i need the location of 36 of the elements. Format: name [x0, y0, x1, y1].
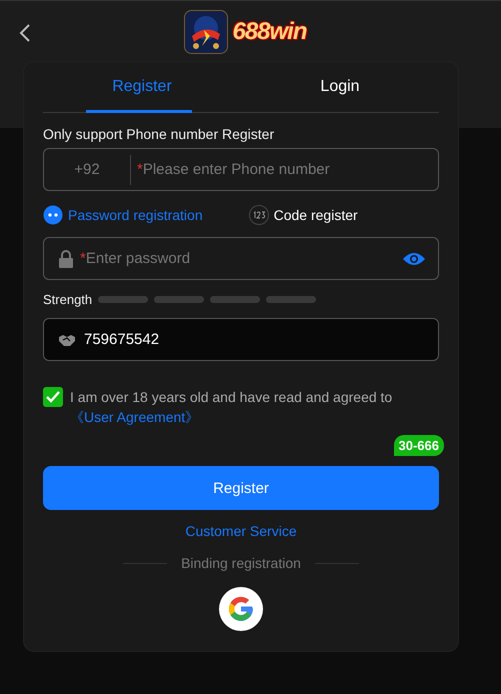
- country-code[interactable]: +92: [44, 154, 131, 184]
- notice-text: Only support Phone number Register: [43, 126, 276, 142]
- strength-segment: [98, 296, 148, 303]
- mode-option[interactable]: Code register: [248, 205, 358, 225]
- customer-service-link[interactable]: Customer Service: [185, 523, 297, 539]
- google-logo-icon: [226, 594, 256, 624]
- handshake-icon: [58, 332, 76, 346]
- password-icon: [43, 205, 63, 225]
- numbers-icon: [248, 205, 269, 225]
- strength-segment: [210, 296, 260, 303]
- binding-label: Binding registration: [181, 555, 301, 571]
- placeholder-text: Please enter Phone number: [142, 161, 330, 178]
- required-mark: *: [80, 250, 86, 267]
- invite-code-value: 759675542: [84, 331, 160, 348]
- back-icon[interactable]: [18, 23, 32, 43]
- mode-option[interactable]: Password registration: [43, 205, 203, 225]
- password-field[interactable]: *Enter password: [43, 237, 439, 280]
- promo-badge: 30-666: [394, 435, 444, 456]
- agreement-text: I am over 18 years old and have read and agreed to 《User Agreement》: [70, 388, 394, 427]
- placeholder-text: Enter password: [86, 250, 190, 267]
- lock-icon: [58, 250, 74, 268]
- user-agreement-link[interactable]: 《User Agreement》: [70, 409, 200, 425]
- strength-segment: [266, 296, 316, 303]
- google-button[interactable]: [219, 587, 263, 631]
- phone-field[interactable]: +92 *Please enter Phone number: [43, 148, 439, 191]
- eye-icon[interactable]: [402, 250, 426, 266]
- agreement-checkbox[interactable]: [43, 387, 63, 407]
- register-button[interactable]: Register: [43, 466, 439, 510]
- tab[interactable]: Login: [241, 62, 439, 112]
- brand-logo: 688win: [232, 18, 307, 46]
- required-mark: *: [137, 161, 143, 178]
- tab[interactable]: Register: [43, 62, 241, 112]
- strength-label: Strength: [43, 292, 92, 307]
- app-logo-icon: [184, 10, 228, 54]
- invite-code-field[interactable]: 759675542: [43, 318, 439, 361]
- strength-segment: [154, 296, 204, 303]
